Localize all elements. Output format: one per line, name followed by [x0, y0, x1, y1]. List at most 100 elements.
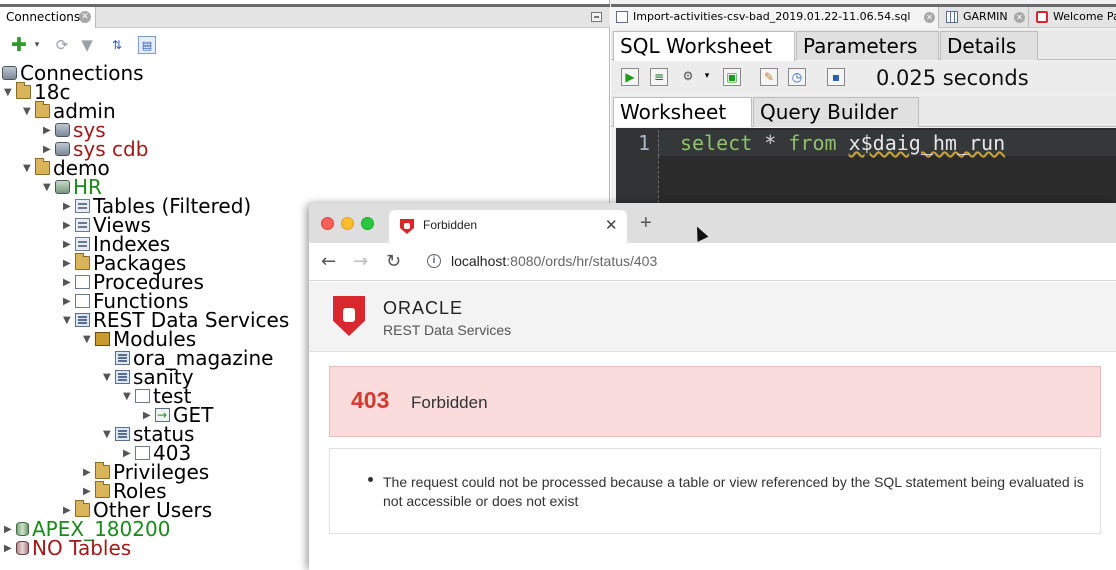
grid-icon [946, 11, 958, 23]
error-code: 403 [351, 387, 390, 413]
elapsed-time: 0.025 seconds [876, 66, 1029, 90]
bullet [368, 477, 373, 482]
collapsed-arrow-icon[interactable]: ▶ [43, 121, 55, 140]
collapsed-arrow-icon[interactable]: ▶ [63, 197, 75, 216]
collapsed-arrow-icon[interactable]: ▶ [63, 216, 75, 235]
close-icon[interactable]: ✕ [924, 12, 935, 23]
schema-browser-icon[interactable]: ▤ [138, 36, 156, 54]
template-icon [135, 446, 150, 460]
forward-icon[interactable]: → [353, 251, 368, 272]
sql-file-icon [616, 11, 628, 23]
new-tab-button[interactable]: + [640, 212, 652, 235]
browser-titlebar: Forbidden ✕ + [309, 203, 1116, 243]
expanded-arrow-icon[interactable]: ▼ [123, 387, 135, 406]
oracle-icon [1036, 11, 1048, 23]
tab-query-builder[interactable]: Query Builder [753, 97, 919, 127]
run-statement-icon[interactable]: ▶ [621, 68, 639, 86]
minimize-window-button[interactable] [341, 217, 354, 230]
document-tab-label: GARMIN [963, 10, 1008, 23]
rest-module-icon [115, 427, 130, 441]
functions-icon [75, 294, 90, 308]
collapsed-arrow-icon[interactable]: ▶ [63, 235, 75, 254]
minimize-icon[interactable] [591, 12, 602, 22]
expanded-arrow-icon[interactable]: ▼ [4, 83, 16, 102]
history-icon[interactable]: ◷ [788, 68, 806, 86]
run-script-icon[interactable]: ≡ [650, 68, 668, 86]
filter-icon[interactable]: ▼ [78, 36, 96, 54]
add-connection-icon[interactable]: ✚ [10, 36, 28, 55]
explain-plan-icon[interactable]: ▣ [723, 68, 741, 86]
tab-details[interactable]: Details [940, 31, 1038, 60]
document-tab-label: Import-activities-csv-bad_2019.01.22-11.… [633, 10, 911, 23]
close-icon[interactable]: ✕ [79, 11, 91, 23]
oracle-shield-logo [333, 296, 365, 336]
code-keyword: from [788, 131, 837, 155]
privileges-icon [95, 462, 110, 479]
collapsed-arrow-icon[interactable]: ▶ [63, 292, 75, 311]
collapsed-arrow-icon[interactable]: ▶ [63, 273, 75, 292]
template-icon [135, 389, 150, 403]
expanded-arrow-icon[interactable]: ▼ [43, 178, 55, 197]
rest-icon [75, 313, 90, 327]
code-editor[interactable]: 1 select * from x$daig_hm_run [616, 128, 1116, 208]
expanded-arrow-icon[interactable]: ▼ [23, 159, 35, 178]
clear-icon[interactable]: ✎ [760, 68, 778, 86]
tables-icon [75, 199, 90, 213]
tree-node[interactable]: ▶ NO Tables [4, 538, 131, 558]
close-window-button[interactable] [321, 217, 334, 230]
connections-tab[interactable]: Connections ✕ [0, 7, 96, 28]
editor-toolbar: ▶ ≡ ⚙ ▾ ▣ ✎ ◷ ▪ 0.025 seconds [611, 61, 1116, 95]
collapsed-arrow-icon[interactable]: ▶ [63, 254, 75, 273]
oracle-brand: ORACLE [383, 298, 464, 318]
roles-icon [95, 481, 110, 498]
module-icon [95, 332, 110, 346]
browser-tab[interactable]: Forbidden ✕ [389, 210, 627, 243]
worksheet-subtab-bar: Worksheet Query Builder [611, 96, 1116, 127]
database-icon [16, 541, 29, 555]
expanded-arrow-icon[interactable]: ▼ [83, 330, 95, 349]
collapsed-arrow-icon[interactable]: ▶ [83, 463, 95, 482]
document-tab[interactable]: Welcome Pa [1031, 7, 1116, 28]
expanded-arrow-icon[interactable]: ▼ [23, 102, 35, 121]
document-tab[interactable]: Import-activities-csv-bad_2019.01.22-11.… [611, 7, 939, 28]
oracle-brand-subtitle: REST Data Services [383, 322, 512, 338]
save-icon[interactable]: ▪ [827, 68, 845, 86]
chevron-down-icon[interactable]: ▾ [702, 68, 712, 86]
tab-parameters[interactable]: Parameters [796, 31, 939, 60]
tab-sql-worksheet[interactable]: SQL Worksheet [613, 31, 795, 61]
url-field[interactable]: localhost:8080/ords/hr/status/403 [451, 253, 657, 269]
collapsed-arrow-icon[interactable]: ▶ [4, 539, 16, 558]
oracle-header: ORACLE REST Data Services [309, 282, 1116, 352]
connection-icon [55, 123, 70, 137]
error-detail-text: The request could not be processed becau… [383, 474, 1084, 509]
expanded-arrow-icon[interactable]: ▼ [63, 311, 75, 330]
close-icon[interactable]: ✕ [1014, 12, 1025, 23]
rest-module-icon [115, 351, 130, 365]
back-icon[interactable]: ← [321, 251, 336, 272]
code-line[interactable]: select * from x$daig_hm_run [658, 130, 1116, 156]
collapsed-arrow-icon[interactable]: ▶ [4, 520, 16, 539]
document-tab-label: Welcome Pa [1053, 10, 1116, 23]
refresh-icon[interactable]: ⟳ [53, 36, 71, 54]
close-icon[interactable]: ✕ [605, 216, 618, 234]
tab-worksheet[interactable]: Worksheet [613, 97, 752, 127]
document-tab[interactable]: GARMIN ✕ [941, 7, 1029, 28]
expanded-arrow-icon[interactable]: ▼ [103, 425, 115, 444]
indexes-icon [75, 237, 90, 251]
autotrace-icon[interactable]: ⚙ [679, 68, 697, 86]
url-path: :8080/ords/hr/status/403 [506, 253, 658, 269]
sort-icon[interactable]: ⇅ [108, 36, 126, 54]
reload-icon[interactable]: ↻ [386, 251, 401, 272]
error-title: Forbidden [411, 393, 488, 412]
connections-toolbar: ✚ ▾ ⟳ ▼ ⇅ ▤ [0, 30, 610, 62]
info-icon[interactable]: i [427, 254, 441, 268]
chevron-down-icon[interactable]: ▾ [32, 36, 42, 54]
error-banner: 403 Forbidden [329, 366, 1101, 437]
maximize-window-button[interactable] [361, 217, 374, 230]
tree-node[interactable]: Connections [2, 63, 144, 83]
expanded-arrow-icon[interactable]: ▼ [103, 368, 115, 387]
tree-node[interactable]: ▶ Tables (Filtered) [63, 196, 251, 216]
code-area[interactable] [658, 156, 1116, 208]
code-object-name: x$daig_hm_run [848, 131, 1006, 155]
